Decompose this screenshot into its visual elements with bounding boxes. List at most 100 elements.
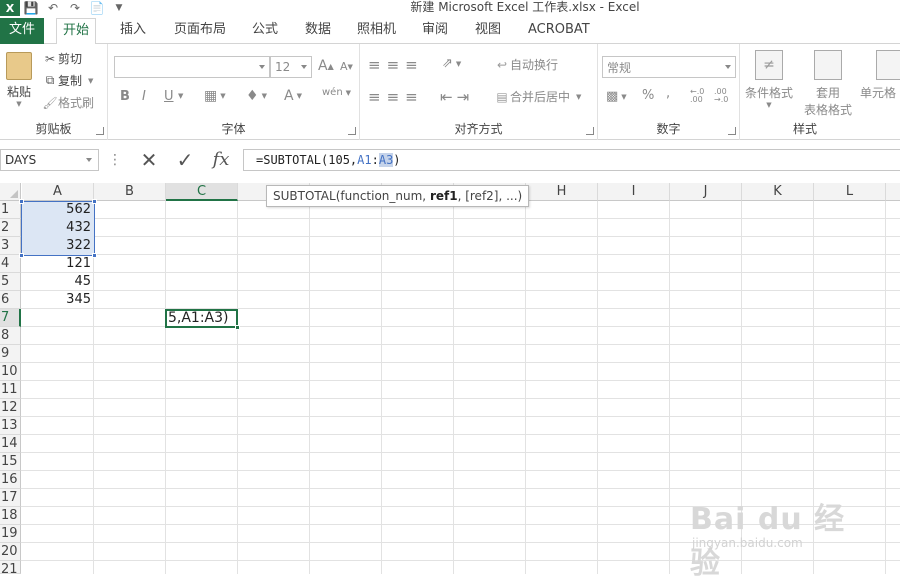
column-header-a[interactable]: A — [22, 183, 94, 201]
tab-page-layout[interactable]: 页面布局 — [168, 18, 232, 44]
select-all-button[interactable] — [0, 183, 21, 201]
column-header-b[interactable]: B — [94, 183, 166, 201]
tab-data[interactable]: 数据 — [299, 18, 337, 44]
function-tooltip[interactable]: SUBTOTAL(function_num, ref1, [ref2], ...… — [266, 185, 530, 207]
formula-input[interactable]: =SUBTOTAL(105,A1:A3) — [243, 149, 900, 171]
name-box-value: DAYS — [5, 153, 37, 167]
decrease-decimal-button[interactable]: .00 →.0 — [714, 88, 734, 104]
tab-formulas[interactable]: 公式 — [246, 18, 284, 44]
more-icon[interactable]: ⋮ — [108, 151, 122, 169]
row-header-2[interactable]: 2 — [0, 219, 21, 237]
number-format-select[interactable]: 常规 — [602, 56, 736, 78]
cut-button[interactable]: ✂ 剪切 — [42, 50, 82, 67]
row-header-3[interactable]: 3 — [0, 237, 21, 255]
conditional-format-button[interactable]: ≠ 条件格式 ▼ — [744, 50, 794, 109]
row-header-10[interactable]: 10 — [0, 363, 21, 381]
font-launcher-icon[interactable] — [348, 127, 356, 135]
row-header-5[interactable]: 5 — [0, 273, 21, 291]
format-painter-label: 格式刷 — [58, 96, 95, 110]
orientation-icon[interactable]: ⇗ ▼ — [442, 56, 461, 71]
tab-view[interactable]: 视图 — [469, 18, 507, 44]
column-header-k[interactable]: K — [742, 183, 814, 201]
clipboard-launcher-icon[interactable] — [96, 127, 104, 135]
merge-center-button[interactable]: ▤ 合并后居中 ▼ — [494, 88, 581, 105]
increase-decimal-button[interactable]: ←.0 .00 — [690, 88, 710, 104]
fill-color-icon[interactable]: ♦ ▼ — [246, 88, 267, 104]
column-header-c[interactable]: C — [166, 183, 238, 201]
chevron-down-icon[interactable]: ▼ — [178, 92, 183, 100]
format-painter-button[interactable]: 🖌 格式刷 — [42, 94, 94, 111]
column-header-j[interactable]: J — [670, 183, 742, 201]
row-header-6[interactable]: 6 — [0, 291, 21, 309]
shrink-font-button[interactable]: A ▼ — [340, 60, 353, 73]
italic-button[interactable]: I — [142, 89, 146, 104]
row-header-4[interactable]: 4 — [0, 255, 21, 273]
tab-review[interactable]: 审阅 — [416, 18, 454, 44]
font-name-select[interactable] — [114, 56, 270, 78]
row-header-8[interactable]: 8 — [0, 327, 21, 345]
row-header-9[interactable]: 9 — [0, 345, 21, 363]
bold-button[interactable]: B — [120, 89, 130, 104]
cell-c7-editing[interactable]: 5,A1:A3) — [165, 309, 238, 328]
phonetic-button[interactable]: wén ▼ — [322, 87, 351, 98]
enter-icon[interactable]: ✓ — [170, 149, 200, 171]
border-icon[interactable]: ▦ ▼ — [204, 88, 226, 104]
percent-button[interactable]: % — [642, 88, 654, 103]
vertical-align-icons[interactable]: ≡≡≡ — [368, 56, 424, 74]
cell-styles-button[interactable]: 单元格 — [858, 50, 900, 101]
column-header-m[interactable] — [886, 183, 900, 201]
number-launcher-icon[interactable] — [728, 127, 736, 135]
row-header-16[interactable]: 16 — [0, 471, 21, 489]
row-header-12[interactable]: 12 — [0, 399, 21, 417]
tab-home[interactable]: 开始 — [56, 18, 97, 45]
cancel-icon[interactable]: ✕ — [134, 149, 164, 171]
row-header-15[interactable]: 15 — [0, 453, 21, 471]
insert-function-icon[interactable]: fx — [206, 149, 236, 171]
tab-camera[interactable]: 照相机 — [351, 18, 402, 44]
row-header-18[interactable]: 18 — [0, 507, 21, 525]
column-header-i[interactable]: I — [598, 183, 670, 201]
format-as-table-button[interactable]: 套用 表格格式 — [798, 50, 858, 118]
row-header-20[interactable]: 20 — [0, 543, 21, 561]
row-header-21[interactable]: 21 — [0, 561, 21, 577]
row-header-1[interactable]: 1 — [0, 201, 21, 219]
fill-handle[interactable] — [235, 325, 240, 330]
font-size-select[interactable]: 12 — [270, 56, 312, 78]
font-color-button[interactable]: A ▼ — [284, 88, 302, 104]
indent-icons[interactable]: ⇤⇥ — [440, 88, 473, 106]
cell-a1[interactable]: 562 — [22, 201, 94, 219]
comma-button[interactable]: , — [666, 86, 670, 101]
cell-c7-text: 5,A1:A3) — [168, 310, 229, 326]
cell-a3[interactable]: 322 — [22, 237, 94, 255]
cell-a6[interactable]: 345 — [22, 291, 94, 309]
copy-button[interactable]: ⧉ 复制 ▼ — [42, 72, 94, 89]
grow-font-button[interactable]: A ▲ — [318, 58, 334, 74]
wrap-text-button[interactable]: ↩ 自动换行 — [494, 56, 558, 73]
row-header-19[interactable]: 19 — [0, 525, 21, 543]
wrap-text-icon: ↩ — [496, 57, 508, 72]
row-header-11[interactable]: 11 — [0, 381, 21, 399]
tab-insert[interactable]: 插入 — [114, 18, 152, 44]
name-box[interactable]: DAYS — [0, 149, 99, 171]
column-header-h[interactable]: H — [526, 183, 598, 201]
row-header-14[interactable]: 14 — [0, 435, 21, 453]
row-header-17[interactable]: 17 — [0, 489, 21, 507]
spreadsheet-grid[interactable]: A B C D E F G H I J K L 1 2 3 4 5 6 7 8 … — [0, 183, 900, 581]
horizontal-align-icons[interactable]: ≡≡≡ — [368, 88, 424, 106]
grid-line — [885, 201, 886, 574]
underline-button[interactable]: U — [164, 89, 174, 104]
formula-bar: DAYS ⋮ ✕ ✓ fx =SUBTOTAL(105,A1:A3) — [0, 147, 900, 175]
cell-a5[interactable]: 45 — [22, 273, 94, 291]
accounting-format-icon[interactable]: ▩ ▼ — [606, 89, 627, 104]
tab-acrobat[interactable]: ACROBAT — [522, 18, 596, 44]
tab-file[interactable]: 文件 — [0, 18, 44, 44]
alignment-launcher-icon[interactable] — [586, 127, 594, 135]
grid-line — [21, 308, 900, 309]
watermark-url: jingyan.baidu.com — [692, 536, 803, 550]
paste-button[interactable]: 粘贴 ▼ — [4, 52, 34, 108]
column-header-l[interactable]: L — [814, 183, 886, 201]
cell-a4[interactable]: 121 — [22, 255, 94, 273]
row-header-13[interactable]: 13 — [0, 417, 21, 435]
row-header-7[interactable]: 7 — [0, 309, 21, 327]
cell-a2[interactable]: 432 — [22, 219, 94, 237]
